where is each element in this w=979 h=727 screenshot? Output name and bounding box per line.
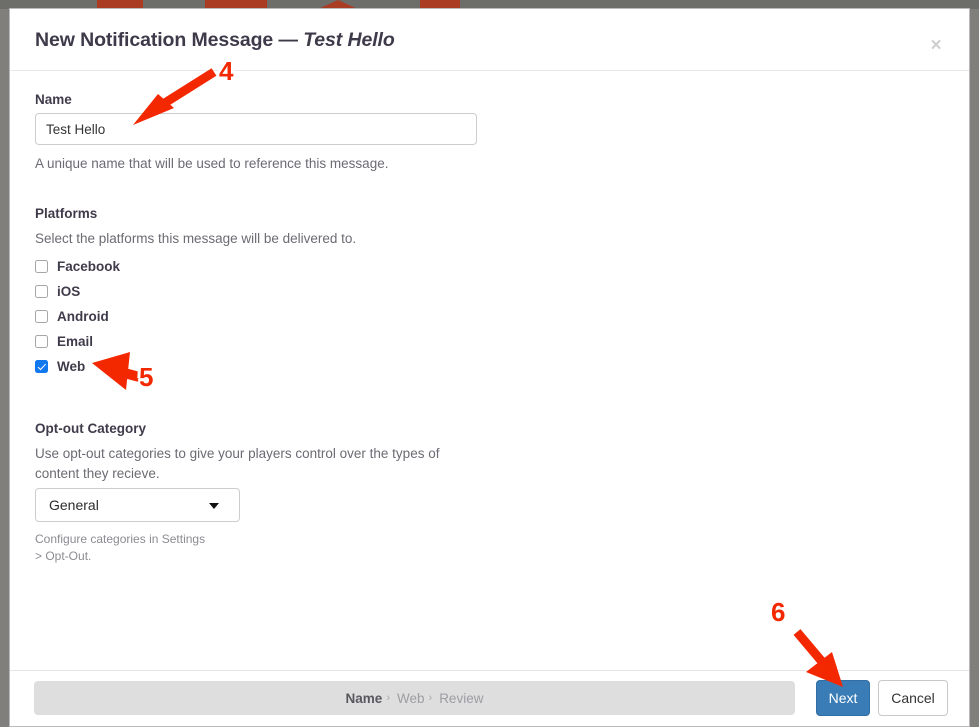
dialog-body: Name A unique name that will be used to … — [10, 71, 969, 671]
platform-label-android: Android — [57, 309, 109, 324]
breadcrumb-step-name[interactable]: Name — [346, 691, 383, 706]
platform-checkbox-list: Facebook iOS Android Email Web — [35, 254, 335, 379]
cancel-button[interactable]: Cancel — [878, 680, 948, 716]
optout-category-footnote: Configure categories in Settings > Opt-O… — [35, 532, 206, 563]
platforms-help-text: Select the platforms this message will b… — [35, 231, 357, 246]
breadcrumb: Name › Web › Review — [34, 681, 795, 715]
platform-option-ios[interactable]: iOS — [35, 279, 335, 304]
new-notification-message-dialog: New Notification Message — Test Hello × … — [9, 8, 970, 727]
dialog-title-main: New Notification Message — [35, 29, 274, 51]
breadcrumb-separator-icon: › — [428, 692, 433, 704]
optout-category-select[interactable]: General — [35, 488, 240, 522]
dialog-title-subject: Test Hello — [303, 29, 395, 51]
cutoff-annotation-shape — [420, 0, 460, 8]
platform-label-email: Email — [57, 334, 94, 349]
platform-option-android[interactable]: Android — [35, 304, 335, 329]
optout-category-selected-value: General — [49, 497, 99, 513]
dialog-footer: Name › Web › Review Next Cancel — [10, 670, 969, 726]
checkbox-web[interactable] — [35, 360, 48, 373]
platform-option-facebook[interactable]: Facebook — [35, 254, 335, 279]
next-button[interactable]: Next — [816, 680, 870, 716]
platform-label-ios: iOS — [57, 284, 81, 299]
breadcrumb-separator-icon: › — [386, 692, 390, 704]
checkbox-facebook[interactable] — [35, 260, 48, 273]
platform-option-email[interactable]: Email — [35, 329, 335, 354]
name-help-text: A unique name that will be used to refer… — [35, 156, 389, 171]
optout-category-label: Opt-out Category — [35, 421, 146, 436]
name-label: Name — [35, 92, 72, 107]
dialog-title-dash: — — [278, 29, 298, 51]
dialog-title: New Notification Message — Test Hello — [35, 29, 395, 52]
chevron-down-icon — [209, 503, 219, 509]
platform-label-facebook: Facebook — [57, 259, 121, 274]
platform-option-web[interactable]: Web — [35, 354, 335, 379]
checkbox-email[interactable] — [35, 335, 48, 348]
platforms-label: Platforms — [35, 206, 98, 221]
checkbox-ios[interactable] — [35, 285, 48, 298]
breadcrumb-step-web[interactable]: Web — [397, 691, 425, 706]
close-icon[interactable]: × — [925, 35, 947, 57]
optout-category-help-text: Use opt-out categories to give your play… — [35, 446, 440, 481]
breadcrumb-step-review[interactable]: Review — [439, 691, 483, 706]
name-input[interactable] — [35, 113, 477, 145]
checkbox-android[interactable] — [35, 310, 48, 323]
dialog-header: New Notification Message — Test Hello × — [10, 9, 969, 71]
platform-label-web: Web — [57, 359, 86, 374]
